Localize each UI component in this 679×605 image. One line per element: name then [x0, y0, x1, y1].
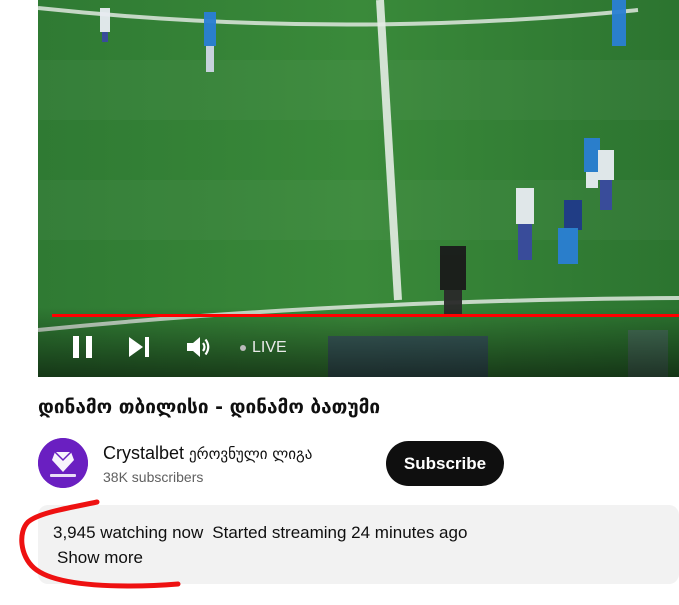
live-label: LIVE [252, 339, 287, 356]
next-icon[interactable] [127, 336, 151, 358]
subscribe-button[interactable]: Subscribe [386, 441, 504, 486]
stream-start-time: Started streaming 24 minutes ago [212, 523, 468, 542]
channel-name-text[interactable]: Crystalbet [103, 443, 184, 463]
live-indicator[interactable]: LIVE [240, 338, 287, 358]
video-title: დინამო თბილისი - დინამო ბათუმი [38, 396, 381, 418]
channel-name[interactable]: Crystalbet ეროვნული ლიგა [103, 443, 312, 464]
stream-stats: 3,945 watching now Started streaming 24 m… [53, 523, 467, 543]
watching-count: 3,945 watching now [53, 523, 204, 542]
show-more-button[interactable]: Show more [57, 548, 143, 568]
progress-bar[interactable] [52, 314, 679, 317]
subscriber-count: 38K subscribers [103, 469, 204, 485]
channel-name-suffix[interactable]: ეროვნული ლიგა [189, 445, 312, 463]
crystalbet-logo-icon [38, 438, 88, 488]
channel-avatar[interactable] [38, 438, 88, 488]
pause-icon[interactable] [71, 335, 95, 359]
video-player[interactable]: LIVE [38, 0, 679, 377]
description-box[interactable] [38, 505, 679, 584]
volume-icon[interactable] [186, 335, 212, 359]
live-dot-icon [240, 345, 246, 351]
